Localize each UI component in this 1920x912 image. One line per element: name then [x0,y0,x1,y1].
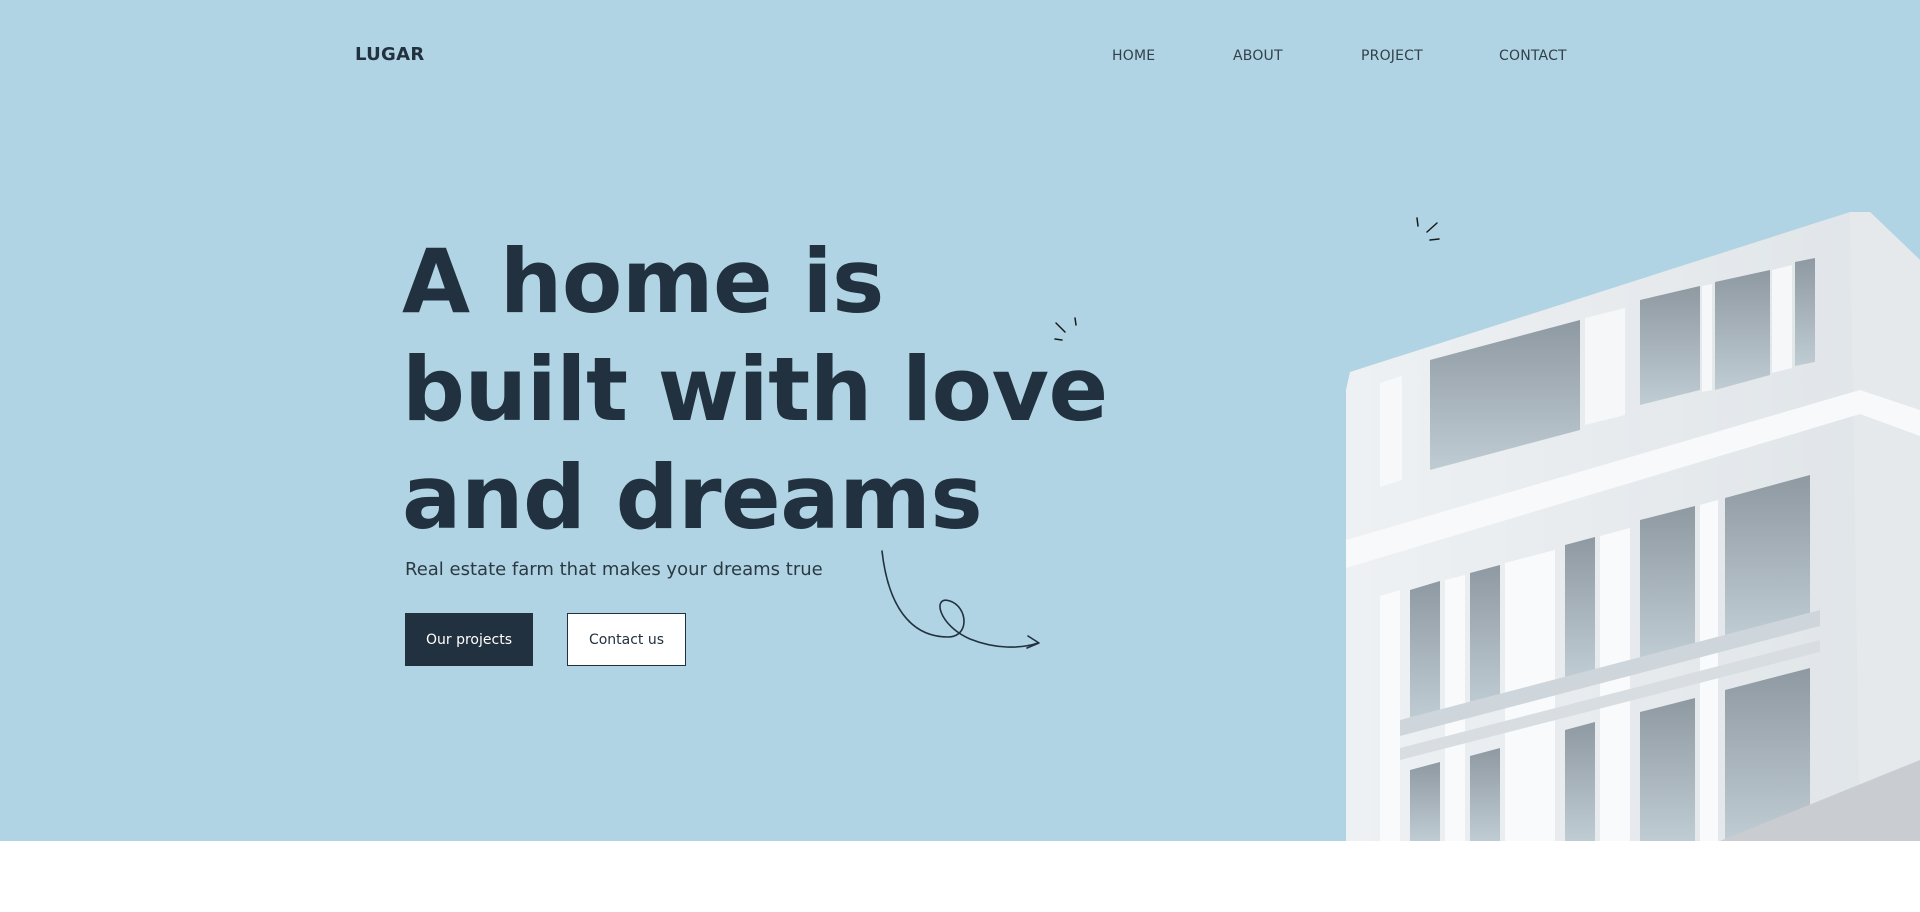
headline-line: A home is [402,230,884,333]
our-projects-button[interactable]: Our projects [405,613,533,666]
hero-headline: A home is built with love and dreams [402,228,1108,552]
headline-line: built with love [402,338,1108,441]
building-image [1346,212,1920,841]
headline-line: and dreams [402,446,983,549]
main-nav: HOME ABOUT PROJECT CONTACT [0,48,1920,68]
nav-item-project[interactable]: PROJECT [1361,48,1423,64]
contact-us-button[interactable]: Contact us [567,613,686,666]
sparkle-icon [1054,317,1077,341]
curly-arrow-icon [881,550,1040,649]
nav-item-about[interactable]: ABOUT [1233,48,1283,64]
hero-section: LUGAR HOME ABOUT PROJECT CONTACT A home … [0,0,1920,841]
nav-item-home[interactable]: HOME [1112,48,1155,64]
nav-item-contact[interactable]: CONTACT [1499,48,1567,64]
hero-subtitle: Real estate farm that makes your dreams … [405,559,823,580]
